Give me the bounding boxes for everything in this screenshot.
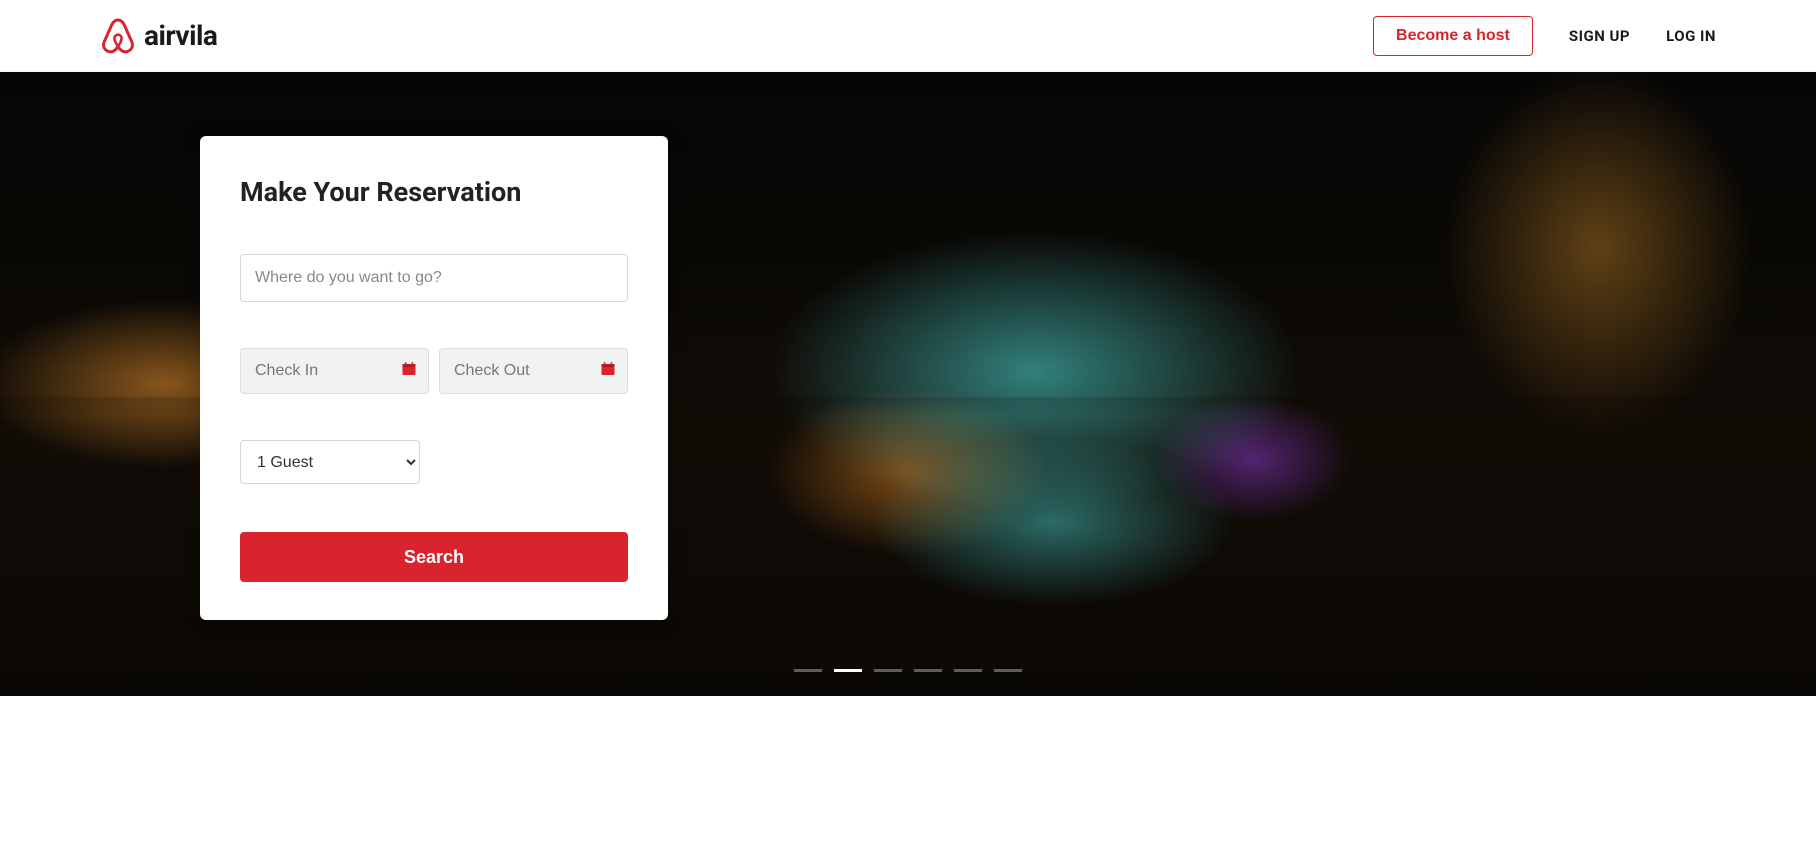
check-in-field: Check In	[240, 348, 429, 394]
become-host-button[interactable]: Become a host	[1373, 16, 1533, 56]
destination-input[interactable]	[240, 254, 628, 302]
search-button[interactable]: Search	[240, 532, 628, 582]
log-in-link[interactable]: LOG IN	[1666, 27, 1716, 45]
hero-section: Make Your Reservation Check In Check Out	[0, 72, 1816, 696]
carousel-indicator[interactable]	[874, 669, 902, 672]
date-row: Check In Check Out	[240, 348, 628, 394]
brand-name: airvila	[144, 19, 217, 52]
brand-logo[interactable]: airvila	[100, 17, 217, 55]
carousel-indicator[interactable]	[914, 669, 942, 672]
check-out-field: Check Out	[439, 348, 628, 394]
carousel-indicators	[794, 669, 1022, 672]
check-in-input[interactable]: Check In	[240, 348, 429, 394]
carousel-indicator[interactable]	[834, 669, 862, 672]
primary-nav: Become a host SIGN UP LOG IN	[1373, 16, 1716, 56]
site-header: airvila Become a host SIGN UP LOG IN	[0, 0, 1816, 72]
sign-up-link[interactable]: SIGN UP	[1569, 27, 1630, 45]
carousel-indicator[interactable]	[794, 669, 822, 672]
check-out-input[interactable]: Check Out	[439, 348, 628, 394]
guest-row: 1 Guest2 Guests3 Guests4 Guests5 Guests	[240, 440, 628, 484]
carousel-indicator[interactable]	[994, 669, 1022, 672]
carousel-indicator[interactable]	[954, 669, 982, 672]
reservation-card: Make Your Reservation Check In Check Out	[200, 136, 668, 620]
reservation-title: Make Your Reservation	[240, 176, 628, 208]
brand-logo-icon	[100, 17, 136, 55]
guests-select[interactable]: 1 Guest2 Guests3 Guests4 Guests5 Guests	[240, 440, 420, 484]
